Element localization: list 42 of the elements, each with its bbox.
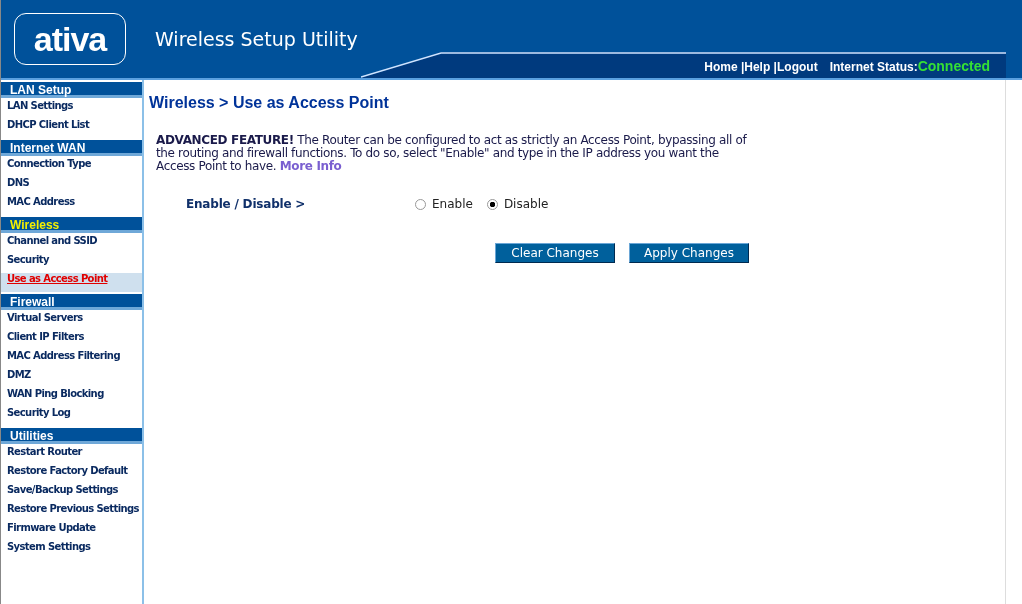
sidebar-section-header: Utilities	[1, 428, 142, 444]
header-link[interactable]: Help |	[744, 60, 777, 74]
header-link[interactable]: Home |	[704, 60, 745, 74]
sidebar-section-header: Wireless	[1, 217, 142, 233]
status-value: Connected	[917, 58, 990, 74]
sidebar-item[interactable]: LAN Settings	[1, 100, 142, 119]
logo: ativa	[14, 13, 126, 65]
status-label: Internet Status:	[829, 60, 918, 74]
sidebar-item[interactable]: MAC Address Filtering	[1, 350, 142, 369]
sidebar-item[interactable]: Restart Router	[1, 446, 142, 465]
radio-label: Disable	[503, 197, 549, 211]
sidebar-item[interactable]: DHCP Client List	[1, 119, 142, 138]
sidebar-item[interactable]: Client IP Filters	[1, 331, 142, 350]
radio-label: Enable	[432, 197, 473, 211]
sidebar-item[interactable]: DMZ	[1, 369, 142, 388]
sidebar-item[interactable]: Virtual Servers	[1, 312, 142, 331]
sidebar-item[interactable]: Save/Backup Settings	[1, 484, 142, 503]
action-button[interactable]: Apply Changes	[629, 243, 749, 263]
header-link[interactable]: Logout	[777, 60, 818, 74]
sidebar-item[interactable]: Firmware Update	[1, 522, 142, 541]
sidebar-item[interactable]: Connection Type	[1, 158, 142, 177]
radio-button[interactable]	[415, 198, 426, 210]
sidebar-item[interactable]: Security	[1, 254, 142, 273]
sidebar-item[interactable]: System Settings	[1, 541, 142, 560]
sidebar-item[interactable]: Security Log	[1, 407, 142, 426]
page-heading: Wireless > Use as Access Point	[149, 94, 390, 112]
app-title: Wireless Setup Utility	[155, 28, 358, 50]
sidebar-section-header: LAN Setup	[1, 82, 142, 98]
more-info-link[interactable]: More Info	[279, 159, 342, 173]
field-label: Enable / Disable >	[186, 197, 307, 211]
sidebar-section-header: Firewall	[1, 294, 142, 310]
sidebar-item[interactable]: DNS	[1, 177, 142, 196]
sidebar-item[interactable]: Restore Factory Default	[1, 465, 142, 484]
action-button[interactable]: Clear Changes	[495, 243, 615, 263]
sidebar-section-header: Internet WAN	[1, 140, 142, 156]
description: ADVANCED FEATURE! The Router can be configured to act as strictly an Access Point, bypassing all of the routing and firewall functions. To do so, select "Enable" and type in the IP address you want the Access Point to have. More Info	[156, 134, 748, 173]
radio-button[interactable]	[486, 198, 498, 210]
sidebar-item[interactable]: Restore Previous Settings	[1, 503, 142, 522]
sidebar-item[interactable]: Channel and SSID	[1, 235, 142, 254]
sidebar-item[interactable]: Use as Access Point	[1, 273, 142, 292]
sidebar-item[interactable]: WAN Ping Blocking	[1, 388, 142, 407]
sidebar-item[interactable]: MAC Address	[1, 196, 142, 215]
